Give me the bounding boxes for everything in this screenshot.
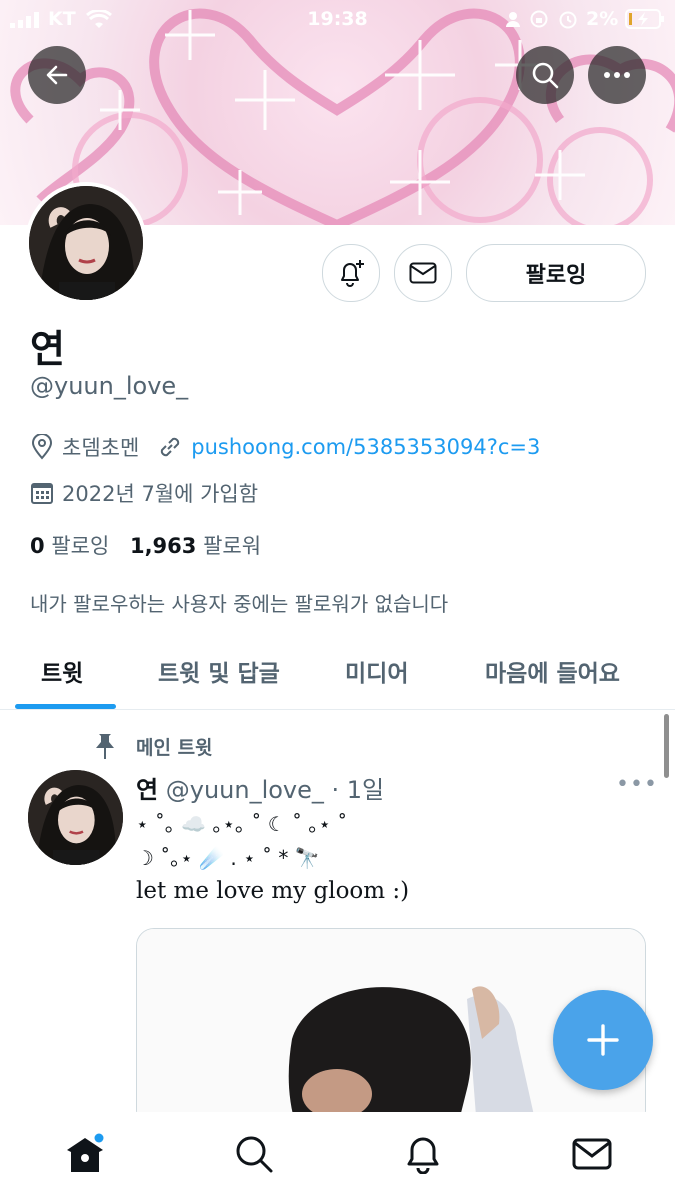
nav-home[interactable] — [63, 1132, 107, 1176]
compose-tweet-button[interactable] — [553, 990, 653, 1090]
person-icon — [506, 12, 520, 27]
tab-media[interactable]: 미디어 — [345, 654, 408, 688]
tweet-header: 연 @yuun_love_ · 1일 — [136, 770, 384, 805]
notify-button[interactable] — [322, 244, 380, 302]
following-button[interactable]: 팔로잉 — [466, 244, 646, 302]
profile-handle: @yuun_love_ — [30, 372, 189, 400]
arrow-left-icon — [46, 65, 68, 85]
avatar-photo — [28, 770, 123, 865]
search-icon — [236, 1136, 273, 1173]
nav-explore[interactable] — [232, 1132, 276, 1176]
pinned-label: 메인 트윗 — [92, 732, 213, 760]
tweet-author-name[interactable]: 연 — [136, 776, 158, 804]
followers-count: 1,963 — [129, 534, 197, 558]
tab-tweets[interactable]: 트윗 — [41, 654, 83, 688]
followers-label: 팔로워 — [203, 534, 262, 558]
profile-website-link[interactable]: pushoong.com/5385353094?c=3 — [191, 435, 540, 459]
search-icon — [532, 62, 559, 89]
more-button[interactable] — [588, 46, 646, 104]
scrollbar[interactable] — [664, 714, 669, 778]
plus-icon — [587, 1024, 619, 1056]
alarm-icon — [559, 11, 577, 29]
profile-meta-location-link: 초뎀초멘 pushoong.com/5385353094?c=3 — [30, 432, 540, 462]
bell-plus-icon — [341, 260, 364, 287]
follow-stats: 0 팔로잉 1,963 팔로워 — [30, 530, 261, 560]
pin-icon — [96, 734, 114, 759]
mail-icon — [572, 1138, 612, 1170]
tweet-author-handle[interactable]: @yuun_love_ — [166, 776, 324, 804]
tweet-text: let me love my gloom :) — [136, 878, 410, 904]
tab-likes[interactable]: 마음에 들어요 — [485, 654, 620, 688]
following-label: 팔로잉 — [51, 534, 110, 558]
tweet-more-icon[interactable]: ••• — [616, 772, 658, 797]
profile-tabs: 트윗 트윗 및 답글 미디어 마음에 들어요 — [0, 640, 675, 710]
tweet-time: · 1일 — [331, 776, 385, 804]
bottom-navigation — [0, 1112, 675, 1200]
tab-tweets-replies[interactable]: 트윗 및 답글 — [158, 654, 280, 688]
link-icon — [161, 437, 180, 457]
bell-icon — [407, 1137, 439, 1174]
calendar-icon — [31, 483, 53, 504]
profile-avatar[interactable] — [25, 182, 147, 304]
profile-joined-date: 2022년 7월에 가입함 — [62, 482, 259, 506]
message-button[interactable] — [394, 244, 452, 302]
profile-location: 초뎀초멘 — [62, 436, 140, 460]
battery-percent: 2% — [586, 8, 619, 30]
avatar-photo — [29, 186, 143, 300]
battery-charging-icon — [625, 9, 664, 29]
tweet-avatar[interactable] — [28, 770, 123, 865]
location-pin-icon — [31, 434, 53, 460]
home-icon — [67, 1133, 104, 1172]
more-icon — [604, 72, 630, 78]
followers-stat[interactable]: 1,963 팔로워 — [130, 534, 261, 558]
profile-name: 연 — [30, 327, 65, 371]
following-count: 0 — [30, 534, 45, 558]
back-button[interactable] — [28, 46, 86, 104]
followed-by-note: 내가 팔로우하는 사용자 중에는 팔로워가 없습니다 — [30, 592, 449, 616]
rotation-lock-icon — [530, 10, 548, 28]
following-button-label: 팔로잉 — [525, 263, 587, 288]
status-bar: KT 19:38 2% — [0, 0, 675, 38]
profile-meta-joined: 2022년 7월에 가입함 — [30, 478, 258, 508]
nav-messages[interactable] — [570, 1132, 614, 1176]
search-button[interactable] — [516, 46, 574, 104]
pinned-text: 메인 트윗 — [136, 736, 213, 759]
nav-notifications[interactable] — [401, 1132, 445, 1176]
tweet-deco-line-2: ☽ ˚｡⋆ ☄️ . ⋆ ˚ * 🔭 — [136, 846, 320, 870]
following-stat[interactable]: 0 팔로잉 — [30, 534, 116, 558]
mail-icon — [409, 262, 437, 284]
tweet-deco-line-1: ⋆ ˚｡ ☁️ ｡⋆｡ ˚ ☾ ˚ ｡⋆ ˚ — [136, 812, 348, 836]
active-tab-indicator — [15, 704, 116, 709]
